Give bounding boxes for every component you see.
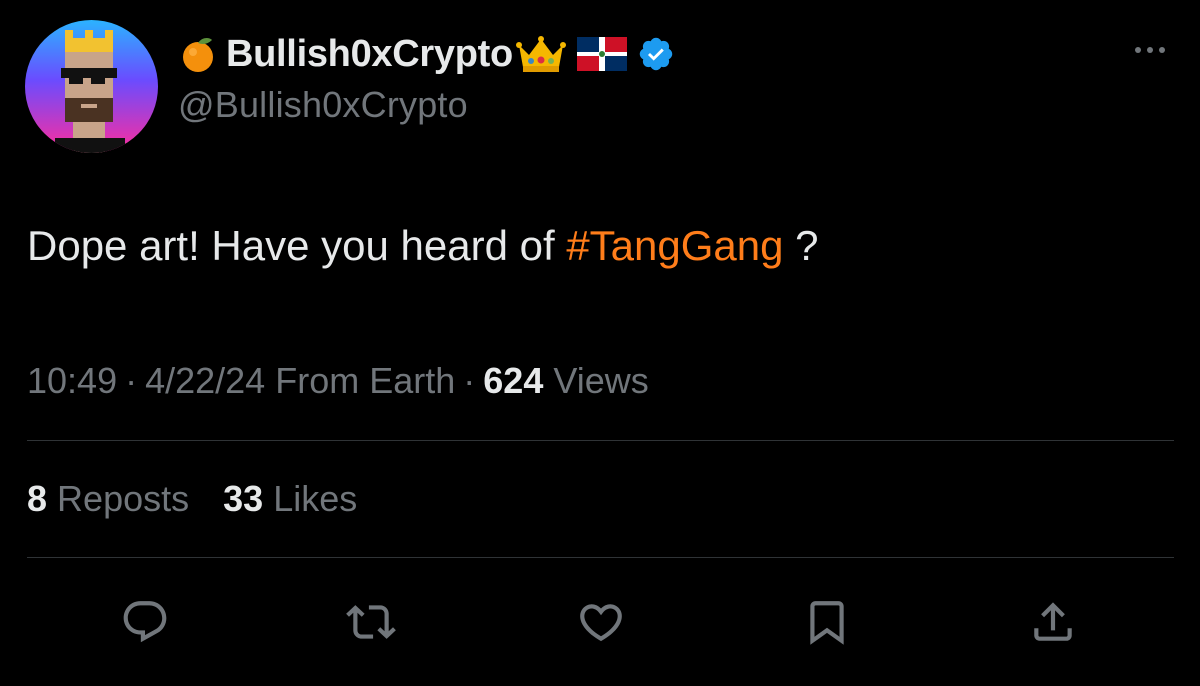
bookmark-icon: [810, 601, 844, 645]
tweet-text: Dope art! Have you heard of #TangGang ?: [27, 222, 819, 270]
action-bar: [0, 594, 1200, 650]
share-icon: [1034, 602, 1072, 641]
avatar[interactable]: [25, 20, 158, 153]
reposts-stat[interactable]: 8 Reposts: [27, 478, 189, 520]
tweet-location: From Earth: [275, 360, 456, 401]
tweet-text-after: ?: [783, 222, 819, 269]
tweet-detail: Bullish0xCrypto @Bullish0xCrypto Dope ar…: [0, 0, 1200, 686]
repost-icon: [346, 605, 396, 639]
share-button[interactable]: [1025, 594, 1081, 650]
like-button[interactable]: [573, 594, 629, 650]
tweet-time[interactable]: 10:49: [27, 360, 117, 401]
likes-stat[interactable]: 33 Likes: [223, 478, 357, 520]
author-info: Bullish0xCrypto @Bullish0xCrypto: [178, 28, 1078, 126]
views-count[interactable]: 624: [483, 360, 543, 401]
tweet-text-before: Dope art! Have you heard of: [27, 222, 567, 269]
meta-separator: ·: [125, 360, 138, 401]
more-icon: [1135, 47, 1141, 53]
likes-label: Likes: [273, 478, 358, 519]
reposts-count: 8: [27, 478, 48, 519]
verified-badge-icon[interactable]: [637, 35, 675, 73]
handle[interactable]: @Bullish0xCrypto: [178, 84, 1078, 126]
like-icon: [580, 604, 622, 642]
tweet-meta: 10:49 · 4/22/24 From Earth · 624 Views: [27, 360, 649, 402]
hashtag-link[interactable]: #TangGang: [566, 222, 783, 269]
name-row[interactable]: Bullish0xCrypto: [178, 28, 1078, 80]
views-label[interactable]: Views: [553, 360, 648, 401]
likes-count: 33: [223, 478, 264, 519]
reply-button[interactable]: [117, 594, 173, 650]
repost-button[interactable]: [343, 594, 399, 650]
more-options-button[interactable]: [1128, 36, 1172, 64]
more-icon: [1159, 47, 1165, 53]
more-icon: [1147, 47, 1153, 53]
dominican-republic-flag-emoji: [576, 37, 627, 71]
tweet-date[interactable]: 4/22/24: [145, 360, 265, 401]
reposts-label: Reposts: [57, 478, 190, 519]
crown-emoji: [515, 33, 567, 75]
tangerine-emoji: [178, 34, 218, 74]
divider: [27, 440, 1174, 441]
tweet-stats: 8 Reposts 33 Likes: [27, 478, 357, 520]
reply-icon: [123, 601, 167, 643]
display-name: Bullish0xCrypto: [226, 32, 513, 75]
divider: [27, 557, 1174, 558]
meta-separator: ·: [463, 360, 476, 401]
bookmark-button[interactable]: [799, 594, 855, 650]
